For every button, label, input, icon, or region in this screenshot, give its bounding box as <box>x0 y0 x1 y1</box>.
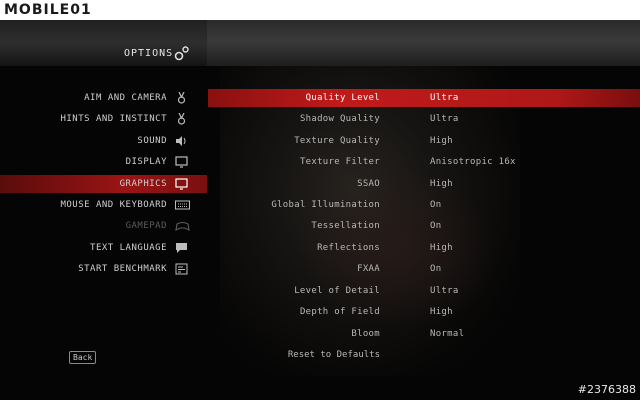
menu-item-aim-and-camera[interactable]: AIM AND CAMERA <box>0 89 207 107</box>
setting-name: Level of Detail <box>294 286 380 296</box>
reset-to-defaults-row[interactable]: Reset to Defaults <box>208 346 640 364</box>
setting-value[interactable]: Ultra <box>430 93 459 103</box>
setting-name: Quality Level <box>305 93 380 103</box>
keyboard-icon <box>175 199 190 211</box>
setting-value[interactable]: Anisotropic 16x <box>430 157 516 167</box>
watermark-strip: MOBILE01 <box>0 0 640 20</box>
setting-row-tessellation[interactable]: Tessellation On <box>208 217 640 235</box>
setting-value[interactable]: Ultra <box>430 114 459 124</box>
setting-value[interactable]: High <box>430 307 453 317</box>
setting-name: FXAA <box>357 264 380 274</box>
setting-name: SSAO <box>357 179 380 189</box>
menu-item-label: MOUSE AND KEYBOARD <box>60 200 167 210</box>
menu-item-mouse-and-keyboard[interactable]: MOUSE AND KEYBOARD <box>0 196 207 214</box>
menu-item-label: DISPLAY <box>125 157 167 167</box>
menu-item-label: START BENCHMARK <box>78 264 167 274</box>
setting-value[interactable]: On <box>430 221 441 231</box>
speaker-icon <box>175 135 188 147</box>
options-gear-icon <box>174 45 190 61</box>
setting-name: Bloom <box>351 329 380 339</box>
setting-row-level-of-detail[interactable]: Level of Detail Ultra <box>208 282 640 300</box>
chart-icon <box>175 263 188 275</box>
menu-item-display[interactable]: DISPLAY <box>0 153 207 171</box>
menu-item-label: AIM AND CAMERA <box>84 93 167 103</box>
menu-item-label: SOUND <box>137 136 167 146</box>
medal-icon <box>175 113 188 125</box>
menu-item-label: HINTS AND INSTINCT <box>60 114 167 124</box>
setting-name: Reflections <box>317 243 380 253</box>
setting-name: Texture Filter <box>299 157 380 167</box>
setting-value[interactable]: High <box>430 243 453 253</box>
menu-item-graphics[interactable]: GRAPHICS <box>0 175 207 193</box>
setting-value[interactable]: Ultra <box>430 286 459 296</box>
menu-item-gamepad: GAMEPAD <box>0 217 207 235</box>
setting-row-texture-filter[interactable]: Texture Filter Anisotropic 16x <box>208 153 640 171</box>
menu-item-label: GRAPHICS <box>119 179 167 189</box>
setting-row-texture-quality[interactable]: Texture Quality High <box>208 132 640 150</box>
setting-value[interactable]: Normal <box>430 329 464 339</box>
menu-item-text-language[interactable]: TEXT LANGUAGE <box>0 239 207 257</box>
setting-value[interactable]: High <box>430 136 453 146</box>
menu-item-start-benchmark[interactable]: START BENCHMARK <box>0 260 207 278</box>
setting-name: Depth of Field <box>299 307 380 317</box>
setting-row-ssao[interactable]: SSAO High <box>208 175 640 193</box>
setting-row-reflections[interactable]: Reflections High <box>208 239 640 257</box>
page-title: OPTIONS <box>124 48 174 59</box>
menu-item-label: GAMEPAD <box>125 221 167 231</box>
setting-value[interactable]: On <box>430 200 441 210</box>
setting-row-global-illumination[interactable]: Global Illumination On <box>208 196 640 214</box>
watermark-brand: MOBILE01 <box>4 2 92 18</box>
setting-name: Shadow Quality <box>299 114 380 124</box>
monitor-icon <box>175 156 188 168</box>
back-button[interactable]: Back <box>69 351 97 364</box>
setting-row-shadow-quality[interactable]: Shadow Quality Ultra <box>208 110 640 128</box>
menu-item-label: TEXT LANGUAGE <box>90 243 167 253</box>
menu-item-hints-and-instinct[interactable]: HINTS AND INSTINCT <box>0 110 207 128</box>
setting-row-depth-of-field[interactable]: Depth of Field High <box>208 303 640 321</box>
medal-icon <box>175 92 188 104</box>
menu-item-sound[interactable]: SOUND <box>0 132 207 150</box>
setting-row-bloom[interactable]: Bloom Normal <box>208 325 640 343</box>
setting-value[interactable]: High <box>430 179 453 189</box>
speech-bubble-icon <box>175 242 188 254</box>
watermark-id: #2376388 <box>577 383 636 396</box>
setting-value[interactable]: On <box>430 264 441 274</box>
setting-name: Texture Quality <box>294 136 380 146</box>
setting-row-quality-level[interactable]: Quality Level Ultra <box>208 89 640 107</box>
reset-to-defaults-button[interactable]: Reset to Defaults <box>288 350 380 360</box>
setting-name: Global Illumination <box>271 200 380 210</box>
setting-row-fxaa[interactable]: FXAA On <box>208 260 640 278</box>
setting-name: Tessellation <box>311 221 380 231</box>
monitor-icon <box>175 178 188 190</box>
gamepad-icon <box>175 220 190 232</box>
